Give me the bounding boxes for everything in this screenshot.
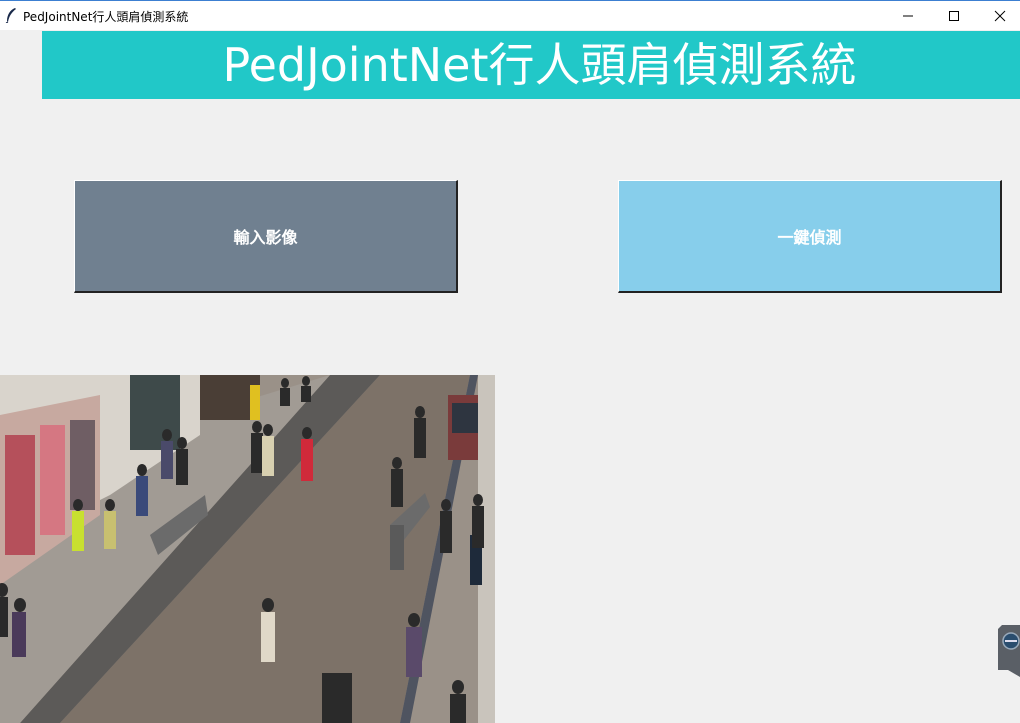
close-button[interactable]: [977, 1, 1020, 30]
window-title: PedJointNet行人頭肩偵測系統: [23, 10, 189, 24]
image-display: [0, 375, 495, 723]
close-icon: [994, 10, 1006, 21]
page-title: PedJointNet行人頭肩偵測系統: [222, 38, 857, 92]
feather-icon: [5, 8, 16, 23]
one-click-detect-button[interactable]: 一鍵偵測: [618, 180, 1002, 293]
street-photo: [0, 375, 495, 723]
remote-control-icon: [998, 625, 1020, 677]
header-banner: PedJointNet行人頭肩偵測系統: [42, 31, 1020, 99]
maximize-button[interactable]: [931, 1, 977, 30]
window-titlebar: PedJointNet行人頭肩偵測系統: [0, 0, 1020, 30]
side-widget-tab[interactable]: [998, 625, 1020, 677]
minimize-button[interactable]: [885, 1, 931, 30]
minimize-icon: [903, 15, 913, 16]
maximize-icon: [949, 10, 959, 21]
input-image-button[interactable]: 輸入影像: [74, 180, 458, 293]
